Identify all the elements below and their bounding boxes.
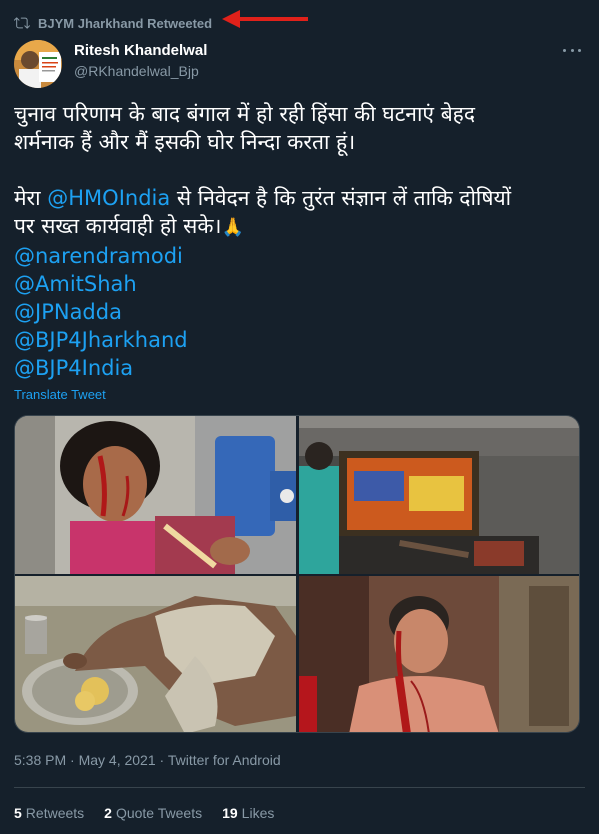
- more-options-icon[interactable]: [563, 46, 581, 54]
- retweet-context[interactable]: BJYM Jharkhand Retweeted: [14, 12, 212, 34]
- mention-link[interactable]: @BJP4Jharkhand: [14, 326, 584, 354]
- mention-link[interactable]: @BJP4India: [14, 354, 584, 382]
- photo-injured-woman[interactable]: [15, 416, 296, 574]
- red-arrow-pointer: [222, 10, 308, 28]
- engagement-stats: 5 Retweets 2 Quote Tweets 19 Likes: [14, 805, 294, 821]
- mention-link[interactable]: @narendramodi: [14, 242, 584, 270]
- media-grid: [14, 415, 580, 733]
- avatar-image: [14, 40, 62, 88]
- retweet-label: BJYM Jharkhand Retweeted: [38, 15, 213, 31]
- retweet-icon: [14, 17, 30, 29]
- mention-link[interactable]: @AmitShah: [14, 270, 584, 298]
- tweet-line: पर सख्त कार्यवाही हो सके।🙏: [14, 214, 244, 238]
- avatar[interactable]: [14, 40, 62, 88]
- tweet-timestamp[interactable]: 5:38 PM · May 4, 2021 · Twitter for Andr…: [14, 752, 281, 768]
- quote-tweets-count[interactable]: 2 Quote Tweets: [104, 805, 202, 821]
- translate-tweet-link[interactable]: Translate Tweet: [14, 387, 106, 402]
- tweet-line: चुनाव परिणाम के बाद बंगाल में हो रही हिं…: [14, 102, 475, 126]
- retweets-count[interactable]: 5 Retweets: [14, 805, 84, 821]
- photo-injured-man[interactable]: [299, 576, 579, 732]
- tweet-line: शर्मनाक हैं और मैं इसकी घोर निन्दा करता …: [14, 130, 356, 154]
- mention-link[interactable]: @HMOIndia: [47, 186, 170, 210]
- tweet-detail: BJYM Jharkhand Retweeted Ritesh Khandelw…: [0, 0, 599, 834]
- divider: [14, 787, 585, 788]
- author-name[interactable]: Ritesh Khandelwal: [74, 42, 207, 59]
- folded-hands-icon: 🙏: [221, 217, 244, 238]
- photo-vandalized-room[interactable]: [299, 416, 579, 574]
- photo-elderly-woman-eating[interactable]: [15, 576, 296, 732]
- tweet-text: चुनाव परिणाम के बाद बंगाल में हो रही हिं…: [14, 100, 584, 382]
- author-handle[interactable]: @RKhandelwal_Bjp: [74, 63, 199, 79]
- tweet-line: मेरा @HMOIndia से निवेदन है कि तुरंत संज…: [14, 186, 512, 210]
- likes-count[interactable]: 19 Likes: [222, 805, 274, 821]
- mention-link[interactable]: @JPNadda: [14, 298, 584, 326]
